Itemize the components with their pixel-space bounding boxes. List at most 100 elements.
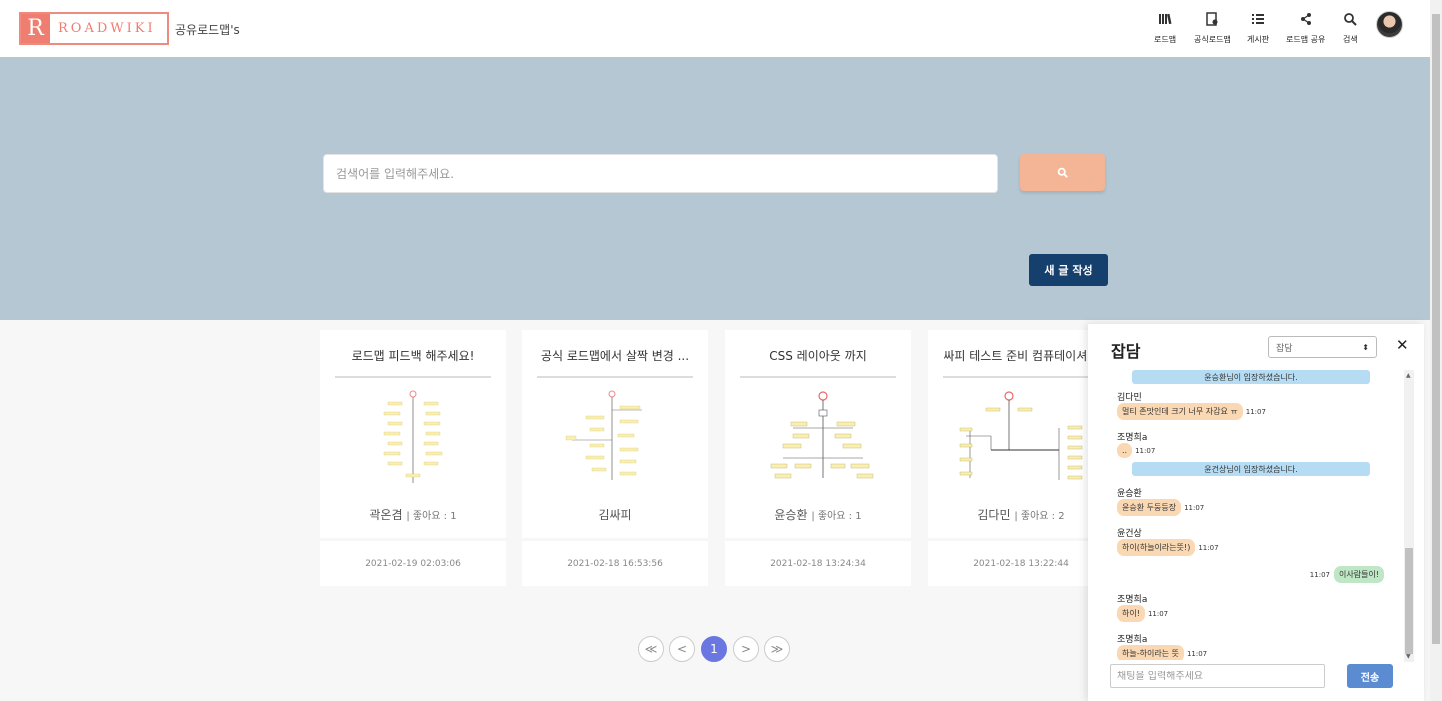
page-scrollbar[interactable] — [1430, 0, 1442, 701]
card-author: 윤승환 — [774, 508, 808, 522]
scroll-up-icon[interactable]: ▲ — [1406, 372, 1411, 379]
roadmap-card[interactable]: 로드맵 피드백 해주세요! 곽온겸 | 좋아요 : 1 2021-02-19 0… — [320, 330, 506, 586]
card-body: 로드맵 피드백 해주세요! 곽온겸 | 좋아요 : 1 — [320, 330, 506, 538]
card-date: 2021-02-19 02:03:06 — [320, 541, 506, 586]
nav-share-roadmap[interactable]: 로드맵 공유 — [1286, 12, 1325, 45]
message-bubble: 윤승환 두둥등장 — [1117, 499, 1182, 516]
chat-title: 잡담 — [1111, 342, 1141, 361]
nav-search-label: 검색 — [1343, 35, 1358, 44]
top-header: R ROADWIKI 공유로드맵's 로드맵 공식로드맵 게시판 로드맵 공유 … — [0, 0, 1430, 57]
roadmap-card[interactable]: 싸피 테스트 준비 컴퓨테이셔... 김다민 | 좋아요 : 2 2021-02… — [928, 330, 1114, 586]
card-divider — [335, 376, 491, 378]
nav-official-roadmap[interactable]: 공식로드맵 — [1194, 12, 1231, 45]
card-divider — [537, 376, 693, 378]
message-sender: 윤건상 — [1117, 529, 1142, 539]
search-icon — [1344, 13, 1358, 26]
chat-input-wrapper — [1110, 664, 1325, 688]
roadmap-thumbnail — [383, 390, 443, 483]
message-time: 11:07 — [1147, 609, 1169, 618]
nav-search[interactable]: 검색 — [1343, 12, 1358, 45]
library-icon — [1159, 13, 1172, 25]
send-button[interactable]: 전송 — [1347, 664, 1393, 688]
message-time: 11:07 — [1309, 570, 1330, 579]
next-page-button[interactable]: > — [733, 636, 759, 662]
page-subtitle: 공유로드맵's — [175, 23, 240, 37]
message-time: 11:07 — [1184, 503, 1205, 512]
card-date: 2021-02-18 16:53:56 — [522, 541, 708, 586]
card-divider — [943, 376, 1099, 378]
chat-channel-select[interactable]: 잡담 ⬍ — [1268, 336, 1377, 358]
card-author: 김싸피 — [598, 508, 632, 522]
nav-roadmap[interactable]: 로드맵 — [1154, 12, 1176, 45]
chat-input[interactable] — [1117, 670, 1318, 682]
message-sender: 조명희a — [1117, 635, 1148, 645]
official-doc-icon — [1206, 12, 1218, 26]
message-bubble: 하이! — [1117, 605, 1145, 622]
card-author: 곽온겸 — [369, 508, 403, 522]
card-body: 싸피 테스트 준비 컴퓨테이셔... 김다민 | 좋아요 : 2 — [928, 330, 1114, 538]
chat-message: 멀티 존맛인데 크기 너무 자감요 ㅠ 11:07 — [1117, 403, 1266, 420]
chat-message-list[interactable]: 윤승환님이 입장하셨습니다. 김다민 멀티 존맛인데 크기 너무 자감요 ㅠ 1… — [1110, 370, 1392, 660]
system-message: 윤승환님이 입장하셨습니다. — [1132, 370, 1370, 384]
close-icon[interactable]: ✕ — [1396, 336, 1409, 354]
user-avatar[interactable] — [1376, 11, 1403, 38]
card-author-line: 김다민 | 좋아요 : 2 — [928, 506, 1114, 523]
message-time: 11:07 — [1245, 407, 1266, 416]
roadmap-card[interactable]: CSS 레이아웃 까지 윤승환 | 좋아요 : 1 2021-02-18 13:… — [725, 330, 911, 586]
roadmap-thumbnail — [959, 391, 1083, 480]
card-divider — [740, 376, 896, 378]
message-bubble: 하이(하늘이라는뜻!) — [1117, 539, 1196, 556]
logo-letter: R — [21, 14, 50, 43]
chat-scrollbar[interactable]: ▲ ▼ — [1404, 370, 1414, 662]
page-button-current[interactable]: 1 — [701, 636, 727, 662]
system-message: 윤건상님이 입장하셨습니다. — [1132, 462, 1370, 476]
nav-board[interactable]: 게시판 — [1247, 12, 1269, 45]
share-icon — [1300, 13, 1311, 25]
search-input-wrapper — [323, 154, 998, 193]
logo-text: ROADWIKI — [58, 21, 156, 36]
chat-message: 하늘-하이라는 뜻 11:07 — [1117, 645, 1207, 660]
chat-scroll-thumb[interactable] — [1405, 548, 1413, 654]
sort-arrows-icon: ⬍ — [1362, 342, 1369, 352]
message-bubble: .. — [1117, 443, 1133, 458]
card-title: 로드맵 피드백 해주세요! — [351, 349, 475, 363]
nav-official-roadmap-label: 공식로드맵 — [1194, 35, 1231, 44]
chat-message: .. 11:07 — [1117, 443, 1155, 458]
first-page-button[interactable]: ≪ — [638, 636, 664, 662]
message-sender: 조명희a — [1117, 595, 1148, 605]
card-date: 2021-02-18 13:24:34 — [725, 541, 911, 586]
card-date: 2021-02-18 13:22:44 — [928, 541, 1114, 586]
message-bubble: 이사람들이! — [1333, 566, 1384, 583]
nav-board-label: 게시판 — [1247, 35, 1270, 44]
search-input[interactable] — [336, 166, 985, 181]
prev-page-button[interactable]: < — [669, 636, 695, 662]
page-scroll-thumb[interactable] — [1432, 14, 1440, 644]
message-sender: 김다민 — [1117, 393, 1142, 403]
list-icon — [1252, 14, 1265, 24]
hero-search-section: 새 글 작성 — [0, 57, 1430, 320]
card-likes: | 좋아요 : 1 — [811, 511, 862, 522]
chat-message: 윤승환 두둥등장 11:07 — [1117, 499, 1204, 516]
roadwiki-logo[interactable]: R ROADWIKI — [19, 12, 169, 45]
roadmap-card[interactable]: 공식 로드맵에서 살짝 변경 ... 김싸피 2021-02-18 16:53:… — [522, 330, 708, 586]
my-chat-message: 11:07 이사람들이! — [1310, 566, 1384, 583]
new-post-button[interactable]: 새 글 작성 — [1029, 254, 1108, 286]
chat-message: 하이! 11:07 — [1117, 605, 1168, 622]
nav-share-roadmap-label: 로드맵 공유 — [1286, 35, 1326, 44]
scroll-down-icon[interactable]: ▼ — [1406, 653, 1411, 660]
message-sender: 조명희a — [1117, 433, 1148, 443]
message-time: 11:07 — [1135, 446, 1156, 455]
card-body: 공식 로드맵에서 살짝 변경 ... 김싸피 — [522, 330, 708, 538]
card-author-line: 김싸피 — [522, 506, 708, 523]
card-body: CSS 레이아웃 까지 윤승환 | 좋아요 : 1 — [725, 330, 911, 538]
search-button[interactable] — [1020, 154, 1105, 191]
card-author-line: 윤승환 | 좋아요 : 1 — [725, 506, 911, 523]
card-title: 공식 로드맵에서 살짝 변경 ... — [540, 349, 690, 363]
last-page-button[interactable]: ≫ — [764, 636, 790, 662]
card-title: 싸피 테스트 준비 컴퓨테이셔... — [943, 349, 1099, 363]
card-author: 김다민 — [977, 508, 1011, 522]
chat-message: 하이(하늘이라는뜻!) 11:07 — [1117, 539, 1219, 556]
nav-roadmap-label: 로드맵 — [1154, 35, 1177, 44]
roadmap-thumbnail — [565, 390, 642, 480]
card-author-line: 곽온겸 | 좋아요 : 1 — [320, 506, 506, 523]
